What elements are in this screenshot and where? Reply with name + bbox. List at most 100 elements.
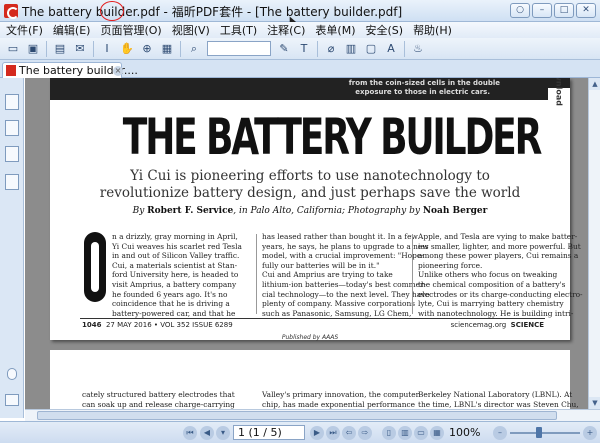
attach-icon[interactable]: ⌀ <box>322 40 340 58</box>
zoom-level[interactable]: 100% <box>449 426 480 439</box>
body-line: battery-powered car, and that he <box>112 308 236 318</box>
article-subhead: Yi Cui is pioneering efforts to use nano… <box>130 168 490 184</box>
foxit-app-icon[interactable] <box>4 4 19 19</box>
pages-icon[interactable] <box>5 120 19 136</box>
toolbar-separator <box>180 40 181 57</box>
find-icon[interactable]: ⌕ <box>185 40 203 58</box>
minimize-button[interactable]: – <box>532 3 552 18</box>
menu-view[interactable]: 视图(V) <box>172 22 210 38</box>
pdf-page-1: from the coin-sized cells in the double … <box>50 78 583 341</box>
body-line: electrodes or its charge-conducting elec… <box>418 289 583 299</box>
search-input[interactable] <box>207 41 271 56</box>
continuous-view-icon[interactable]: ▥ <box>398 426 412 440</box>
hand-icon[interactable]: ✋ <box>118 40 136 58</box>
horizontal-scrollbar[interactable] <box>25 409 600 421</box>
comments-icon[interactable] <box>5 394 19 406</box>
body-line: visit Amprius, a battery company <box>112 279 237 289</box>
page-number-input[interactable]: 1 (1 / 5) <box>233 425 305 440</box>
page2-column-3: Berkeley National Laboratory (LBNL). At … <box>418 390 579 409</box>
close-button[interactable]: ✕ <box>576 3 596 18</box>
menu-file[interactable]: 文件(F) <box>6 22 43 38</box>
page-list-icon[interactable]: ▾ <box>216 426 230 440</box>
body-line: with nanotechnology. He is building intr… <box>418 308 574 318</box>
zoom-out-icon[interactable]: – <box>493 426 507 440</box>
menu-page-management[interactable]: 页面管理(O) <box>100 22 161 38</box>
toolbar-separator <box>317 40 318 57</box>
body-line: lyte, Cui is marrying battery chemistry <box>418 299 564 309</box>
document-tab[interactable]: The battery builder.... × <box>2 62 138 78</box>
next-page-icon[interactable]: ▶ <box>310 426 324 440</box>
horizontal-scroll-thumb[interactable] <box>37 411 557 420</box>
print-icon[interactable]: ▤ <box>51 40 69 58</box>
typewriter-icon[interactable]: T <box>295 40 313 58</box>
facing-view-icon[interactable]: ▭ <box>414 426 428 440</box>
zoom-slider-knob[interactable] <box>536 427 542 438</box>
body-line: can soak up and release charge-carrying <box>82 399 235 409</box>
body-line: lithium-ion batteries—today's best comme… <box>262 279 427 289</box>
zoom-in-icon[interactable]: + <box>583 426 597 440</box>
body-line: pioneering force. <box>418 260 483 270</box>
go-forward-icon[interactable]: ⇨ <box>358 426 372 440</box>
scroll-up-icon[interactable]: ▲ <box>589 78 600 90</box>
zoom-slider[interactable] <box>510 432 580 434</box>
save-icon[interactable]: ▣ <box>24 40 42 58</box>
stamp-icon[interactable]: ▥ <box>342 40 360 58</box>
first-page-icon[interactable]: ⏮ <box>183 426 197 440</box>
menu-forms[interactable]: 表单(M) <box>315 22 355 38</box>
zoom-icon[interactable]: ⊕ <box>138 40 156 58</box>
download-side-strip: Download <box>548 78 570 138</box>
open-icon[interactable]: ▭ <box>4 40 22 58</box>
body-line: has leased rather than bought it. In a f… <box>262 232 418 241</box>
attachments-icon[interactable] <box>7 368 17 380</box>
edit-icon[interactable]: ✎ <box>275 40 293 58</box>
body-line: Valley's primary innovation, the compute… <box>262 390 420 399</box>
last-page-icon[interactable]: ⏭ <box>326 426 340 440</box>
body-line: years, he says, he plans to upgrade to a… <box>262 241 429 251</box>
help-window-button[interactable]: ○ <box>510 3 530 18</box>
go-back-icon[interactable]: ⇦ <box>342 426 356 440</box>
folio-right: sciencemag.org SCIENCE <box>451 321 544 329</box>
single-page-view-icon[interactable]: ▯ <box>382 426 396 440</box>
body-line: Yi Cui weaves his scarlet red Tesla <box>112 241 242 251</box>
fire-icon[interactable]: ♨ <box>409 40 427 58</box>
tab-close-icon[interactable]: × <box>113 66 123 76</box>
text-icon[interactable]: A <box>382 40 400 58</box>
pdf-file-icon <box>6 65 16 76</box>
drop-cap-o <box>84 232 106 302</box>
photo-caption-line: exposure to those in electric cars. <box>355 88 490 96</box>
body-line: the chemical composition of a battery's <box>418 279 566 289</box>
window-controls: ○ – □ ✕ <box>510 3 596 18</box>
note-icon[interactable]: ▢ <box>362 40 380 58</box>
title-bar: The battery builder.pdf - 福昕PDF套件 - [The… <box>0 0 600 29</box>
layers-icon[interactable] <box>5 146 19 162</box>
body-line: Berkeley National Laboratory (LBNL). At <box>418 390 573 399</box>
menu-security[interactable]: 安全(S) <box>365 22 403 38</box>
vertical-scrollbar[interactable]: ▲ ▼ <box>588 78 600 409</box>
body-line: model, with a crucial improvement: "Hope… <box>262 251 424 261</box>
bookmarks-icon[interactable] <box>5 94 19 110</box>
body-line: ies smaller, lighter, and more powerful.… <box>418 241 581 251</box>
folio-page-number: 1046 <box>82 321 102 329</box>
select-icon[interactable]: I <box>98 40 116 58</box>
menu-comments[interactable]: 注释(C) <box>267 22 305 38</box>
byline-author: Robert F. Service <box>147 206 234 216</box>
body-line: coincidence that he is driving a <box>112 299 230 309</box>
scroll-down-icon[interactable]: ▼ <box>589 397 600 409</box>
folio-journal: SCIENCE <box>510 321 544 329</box>
footer-rule <box>80 318 545 319</box>
menu-tools[interactable]: 工具(T) <box>220 22 257 38</box>
snapshot-icon[interactable]: ▦ <box>158 40 176 58</box>
previous-page-icon[interactable]: ◀ <box>200 426 214 440</box>
body-line: in and out of Silicon Valley traffic. <box>112 251 240 261</box>
article-headline: THE BATTERY BUILDER <box>122 108 543 166</box>
byline-location: , in Palo Alto, California; Photography … <box>233 206 420 216</box>
photo-caption-line: from the coin-sized cells in the double <box>348 79 500 87</box>
email-icon[interactable]: ✉ <box>71 40 89 58</box>
signatures-icon[interactable] <box>5 174 19 190</box>
menu-edit[interactable]: 编辑(E) <box>53 22 91 38</box>
continuous-facing-view-icon[interactable]: ▦ <box>430 426 444 440</box>
maximize-button[interactable]: □ <box>554 3 574 18</box>
article-column-1: n a drizzly, gray morning in April, Yi C… <box>112 232 242 318</box>
menu-help[interactable]: 帮助(H) <box>413 22 452 38</box>
document-viewport[interactable]: from the coin-sized cells in the double … <box>25 78 588 409</box>
